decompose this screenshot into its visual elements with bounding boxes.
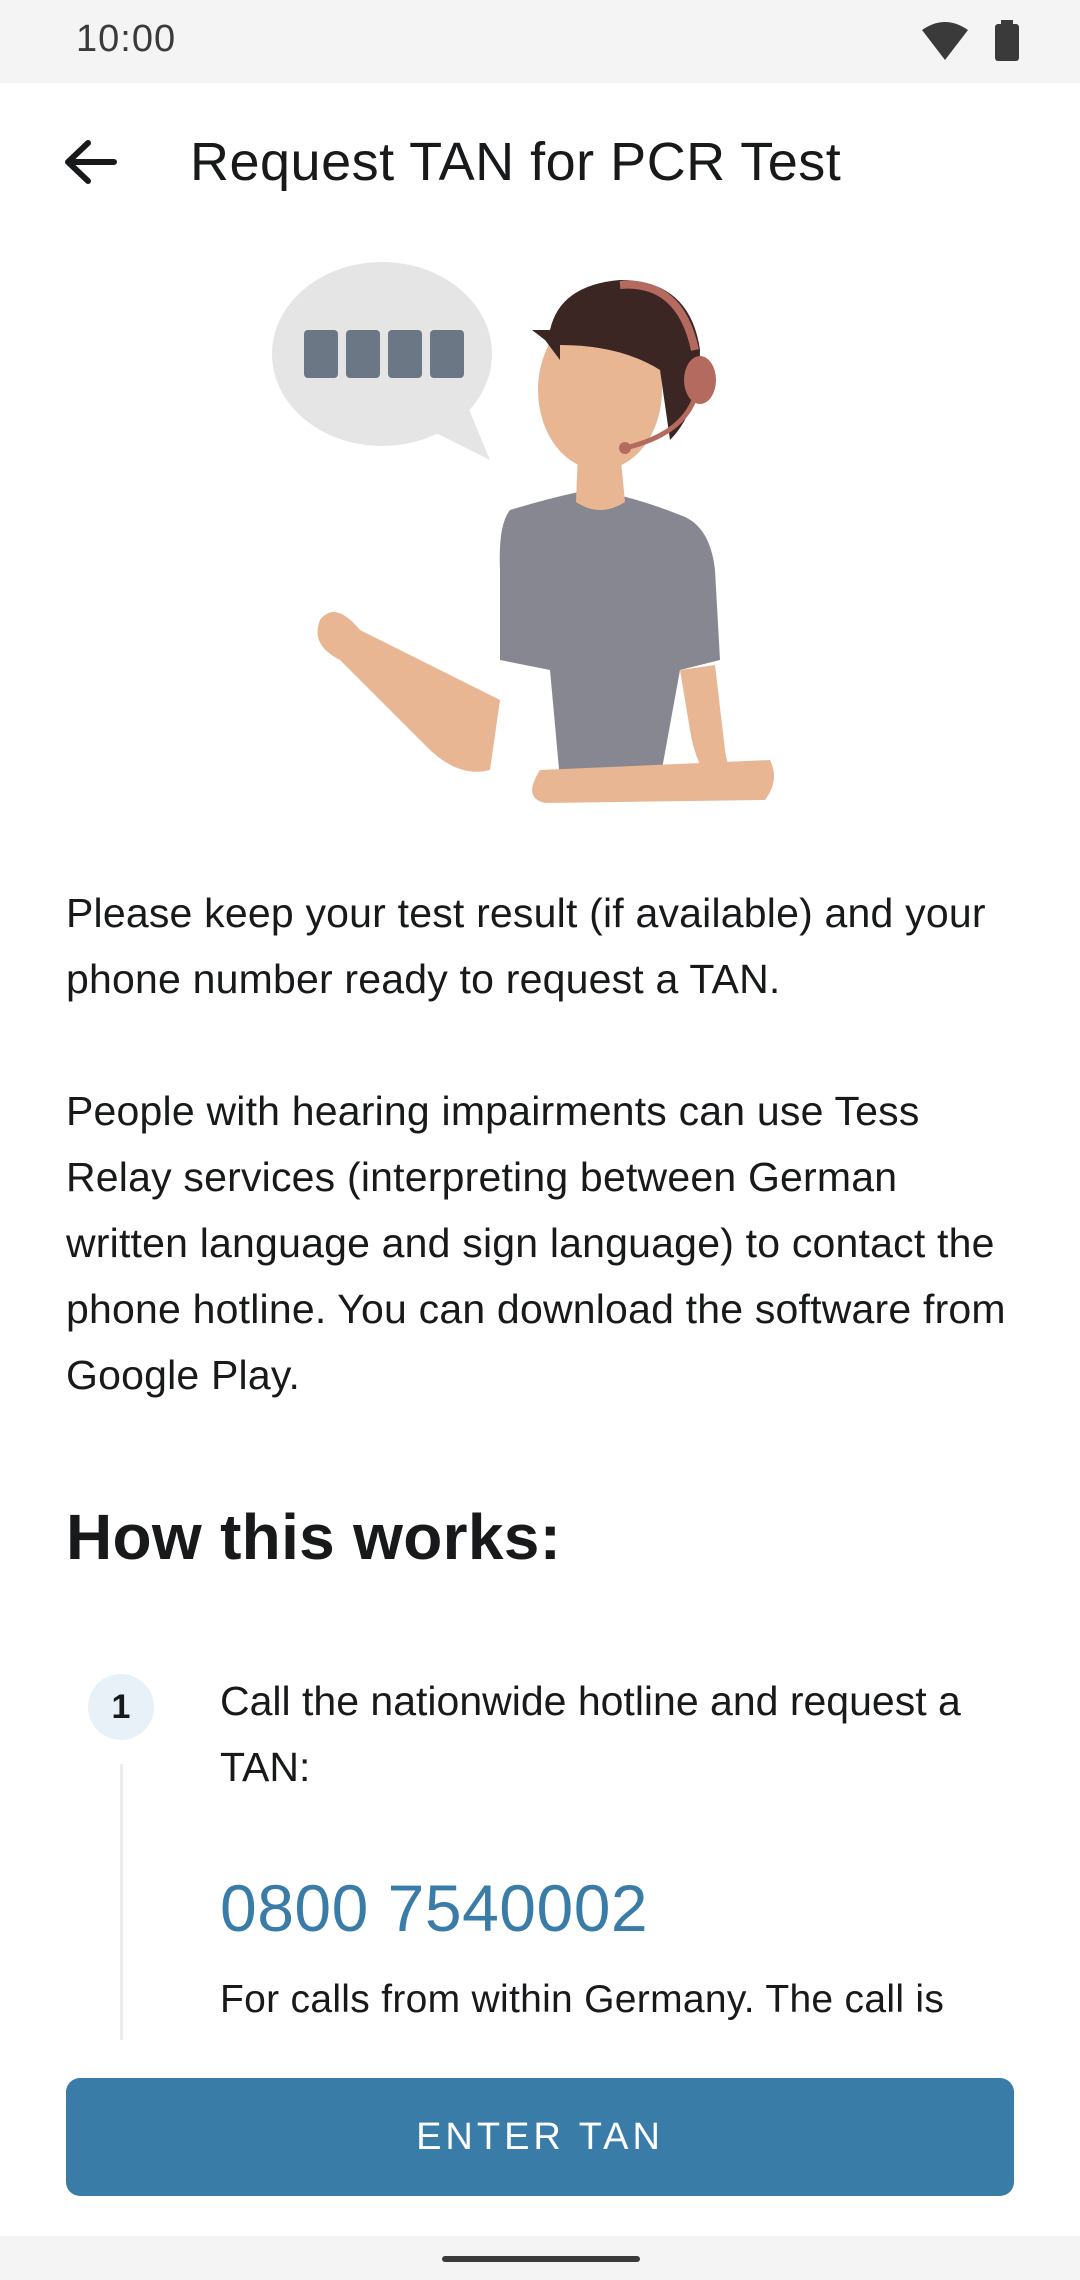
arrow-back-icon	[65, 140, 117, 184]
status-bar: 10:00	[0, 0, 1080, 83]
system-navigation-bar	[0, 2236, 1080, 2280]
back-button[interactable]	[52, 123, 132, 203]
status-time: 10:00	[76, 18, 177, 60]
enter-tan-button[interactable]: ENTER TAN	[66, 2078, 1014, 2196]
tess-relay-paragraph: People with hearing impairments can use …	[66, 1088, 1006, 1398]
how-it-works-title: How this works:	[66, 1501, 562, 1573]
battery-icon	[995, 20, 1019, 61]
step-number-badge: 1	[88, 1674, 154, 1740]
intro-paragraph: Please keep your test result (if availab…	[66, 890, 986, 1002]
intro-content: Please keep your test result (if availab…	[66, 880, 1016, 1408]
hotline-agent-illustration	[260, 250, 820, 820]
wifi-icon	[922, 22, 968, 60]
step-connector-line	[120, 1764, 123, 2040]
gesture-handle[interactable]	[442, 2256, 640, 2262]
step-text: Call the nationwide hotline and request …	[220, 1678, 961, 1790]
status-icons	[920, 20, 1030, 62]
bottom-action-panel: ENTER TAN	[0, 2040, 1080, 2236]
speech-bubble-icon	[272, 262, 492, 460]
hotline-phone-link[interactable]: 0800 7540002	[220, 1870, 648, 1946]
hotline-note: For calls from within Germany. The call …	[220, 1978, 945, 2021]
app-bar: Request TAN for PCR Test	[0, 83, 1080, 243]
page-title: Request TAN for PCR Test	[190, 132, 842, 192]
